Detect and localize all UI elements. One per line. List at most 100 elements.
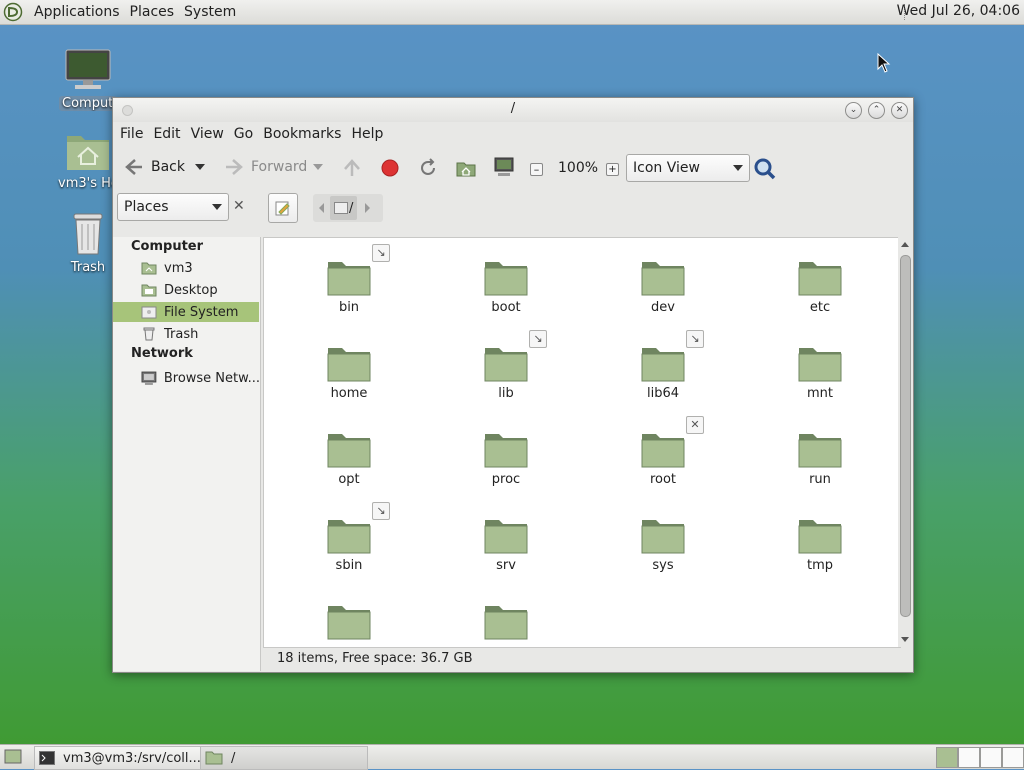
folder-icon: ↘ [641,330,704,382]
menu-edit[interactable]: Edit [148,126,185,142]
folder-icon [484,602,528,640]
places-sidebar: Computer vm3 Desktop File System Trash N… [113,237,261,671]
back-button[interactable]: Back [123,156,185,178]
file-item-boot[interactable]: boot [451,258,561,315]
drive-icon [334,202,348,214]
minimize-button[interactable]: ⌄ [845,102,862,119]
back-label: Back [151,159,185,175]
folder-icon: ↘ [327,244,390,296]
file-item-label: srv [496,558,516,573]
path-scroll-right-icon[interactable] [365,203,371,213]
toggle-location-entry-button[interactable] [268,193,298,223]
folder-icon [327,344,371,382]
show-desktop-icon[interactable] [4,749,22,765]
sidebar-item-browse-network[interactable]: Browse Netw... [113,368,259,388]
sidebar-mode-select[interactable]: Places [117,193,229,221]
applications-menu[interactable]: Applications [29,4,125,20]
stop-icon[interactable] [380,158,400,178]
path-scroll-left-icon[interactable] [319,203,324,213]
mouse-pointer-icon [877,53,891,73]
file-item-sys[interactable]: sys [608,516,718,573]
folder-icon [327,430,371,468]
menu-go[interactable]: Go [229,126,258,142]
folder-icon [798,344,842,382]
close-button[interactable]: ✕ [891,102,908,119]
scrollbar-thumb[interactable] [900,255,911,617]
sidebar-heading-computer: Computer [131,239,204,254]
file-item-proc[interactable]: proc [451,430,561,487]
file-item-run[interactable]: run [765,430,875,487]
zoom-in-button[interactable]: + [606,163,619,176]
system-menu[interactable]: System [179,4,241,20]
up-arrow-icon[interactable] [341,157,363,179]
clock[interactable]: Wed Jul 26, 04:06 [897,3,1020,19]
desktop-icon-label: Computer [59,96,117,111]
vertical-scrollbar[interactable] [898,237,912,647]
folder-icon [205,751,223,765]
search-icon[interactable] [753,157,777,181]
scroll-down-icon[interactable] [901,637,909,642]
file-item-label: boot [491,300,521,315]
path-bar: / [313,194,383,222]
window-title: / [510,101,516,116]
menu-file[interactable]: File [115,126,148,142]
file-item-tmp[interactable]: tmp [765,516,875,573]
places-menu[interactable]: Places [125,4,180,20]
menu-bookmarks[interactable]: Bookmarks [258,126,346,142]
sidebar-item-file-system[interactable]: File System [113,302,259,322]
close-sidebar-icon[interactable]: ✕ [233,198,245,214]
file-item-label: etc [809,300,831,315]
file-item-var[interactable]: var [451,602,561,647]
desktop-folder-icon [141,284,157,297]
maximize-button[interactable]: ⌃ [868,102,885,119]
workspace-2[interactable] [958,747,980,768]
file-item-usr[interactable]: usr [294,602,404,647]
sidebar-item-trash[interactable]: Trash [113,324,259,344]
forward-button[interactable]: Forward [223,156,307,178]
titlebar[interactable]: / ⌄ ⌃ ✕ [113,98,913,122]
taskbar-item-file-manager[interactable]: / [200,746,368,770]
sidebar-item-vm3[interactable]: vm3 [113,258,259,278]
file-item-mnt[interactable]: mnt [765,344,875,401]
symlink-emblem-icon: ↘ [372,502,390,520]
file-icon-view[interactable]: ↘ bin boot dev etc home ↘ lib ↘ lib64 mnt opt proc ✕ r… [263,237,901,648]
folder-icon [641,258,685,296]
chevron-down-icon [313,164,323,170]
file-item-dev[interactable]: dev [608,258,718,315]
file-item-label: var [495,644,516,647]
menu-view[interactable]: View [186,126,229,142]
file-item-label: run [809,472,831,487]
taskbar-item-terminal[interactable]: vm3@vm3:/srv/coll... [34,746,206,770]
taskbar-item-label: / [231,750,236,766]
path-segment-root[interactable]: / [330,196,358,220]
view-mode-select[interactable]: Icon View [626,154,750,182]
path-segment-label: / [349,200,354,216]
computer-icon[interactable] [493,156,515,178]
reload-icon[interactable] [417,157,439,179]
forward-history-dropdown[interactable] [313,164,323,170]
scroll-up-icon[interactable] [901,242,909,247]
sidebar-item-desktop[interactable]: Desktop [113,280,259,300]
symlink-emblem-icon: ↘ [529,330,547,348]
workspace-3[interactable] [980,747,1002,768]
file-item-lib[interactable]: ↘ lib [451,330,561,401]
zoom-level[interactable]: 100% [558,160,598,176]
file-item-etc[interactable]: etc [765,258,875,315]
file-item-srv[interactable]: srv [451,516,561,573]
workspace-1[interactable] [936,747,958,768]
file-item-opt[interactable]: opt [294,430,404,487]
file-item-root[interactable]: ✕ root [608,416,718,487]
workspace-4[interactable] [1002,747,1024,768]
menu-help[interactable]: Help [346,126,388,142]
home-icon[interactable] [455,157,477,179]
file-item-sbin[interactable]: ↘ sbin [294,502,404,573]
status-bar: 18 items, Free space: 36.7 GB [277,651,473,666]
mate-logo-icon[interactable] [3,2,23,22]
file-item-bin[interactable]: ↘ bin [294,244,404,315]
zoom-out-button[interactable]: – [530,163,543,176]
chevron-down-icon [733,165,743,171]
file-item-lib64[interactable]: ↘ lib64 [608,330,718,401]
file-item-home[interactable]: home [294,344,404,401]
back-history-dropdown[interactable] [195,164,205,170]
edit-icon [275,201,290,216]
